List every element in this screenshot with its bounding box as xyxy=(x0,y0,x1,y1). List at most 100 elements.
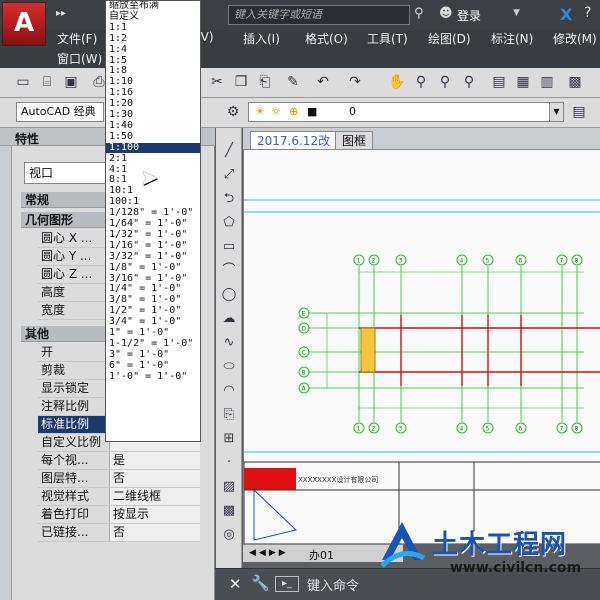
menu-modify[interactable]: 修改(M) xyxy=(553,30,597,47)
pan-icon[interactable]: ✋ xyxy=(388,73,406,91)
layer-select[interactable]: ☀ ☼ ⊕ ■ 0 ▼ xyxy=(248,102,564,122)
design-center-icon[interactable]: ▦ xyxy=(514,73,532,91)
properties-icon[interactable]: ▤ xyxy=(490,73,508,91)
polygon-icon[interactable]: ⬠ xyxy=(220,214,238,232)
quick-access-expand-icon[interactable]: ▸▸ xyxy=(56,8,66,19)
chevron-down-icon[interactable]: ▼ xyxy=(549,103,563,121)
command-input[interactable]: 键入命令 xyxy=(307,575,359,594)
layout-tab[interactable]: 办01 xyxy=(309,547,334,563)
login-button[interactable]: 登录 xyxy=(457,7,481,24)
scale-option[interactable]: 1:1 xyxy=(106,22,200,34)
scale-option[interactable]: 自定义 xyxy=(106,11,200,23)
scale-option[interactable]: 1/16" = 1'-0" xyxy=(106,240,200,252)
command-prompt-icon[interactable]: ▸_ xyxy=(275,576,299,592)
menu-format[interactable]: 格式(O) xyxy=(305,30,348,47)
axis-label: 5 xyxy=(486,258,490,265)
axis-label: 4 xyxy=(460,426,464,433)
menu-tools[interactable]: 工具(T) xyxy=(367,30,408,47)
construction-line-icon[interactable]: ⤢ xyxy=(220,166,238,184)
spline-icon[interactable]: ∿ xyxy=(220,334,238,352)
axis-label: 1 xyxy=(357,426,361,433)
ellipse-icon[interactable]: ⬭ xyxy=(220,358,238,376)
circle-icon[interactable]: ◯ xyxy=(220,286,238,304)
palette-side-strip[interactable] xyxy=(0,146,12,600)
zoom-previous-icon[interactable]: ⚲ xyxy=(460,73,478,91)
exchange-x-icon[interactable]: X xyxy=(560,5,572,24)
cut-icon[interactable]: ✂ xyxy=(208,73,226,91)
color-swatch-icon: ■ xyxy=(307,105,318,118)
scale-option[interactable]: 1/32" = 1'-0" xyxy=(106,229,200,241)
region-icon[interactable]: ◎ xyxy=(220,526,238,544)
arc-icon[interactable]: ⌒ xyxy=(220,262,238,280)
polyline-icon[interactable]: ⮌ xyxy=(220,190,238,208)
properties-title: 特性 xyxy=(15,132,40,146)
axis-label: 3 xyxy=(399,426,403,433)
scale-option[interactable]: 1-1/2" = 1'-0" xyxy=(106,338,200,350)
undo-icon[interactable]: ↶ xyxy=(314,73,332,91)
tool-palettes-icon[interactable]: ▥ xyxy=(538,73,556,91)
menu-dimension[interactable]: 标注(N) xyxy=(491,30,533,47)
property-key: 宽度 xyxy=(41,303,66,317)
axis-label: 1 xyxy=(357,258,361,265)
rectangle-icon[interactable]: ▭ xyxy=(220,238,238,256)
scale-option[interactable]: 6" = 1'-0" xyxy=(106,360,200,372)
scale-option[interactable]: 1:4 xyxy=(106,44,200,56)
open-file-icon[interactable]: ⌸ xyxy=(38,73,56,91)
scale-option[interactable]: 1/8" = 1'-0" xyxy=(106,262,200,274)
user-icon[interactable]: ☻ xyxy=(439,6,453,21)
scale-option[interactable]: 1:50 xyxy=(106,131,200,143)
file-tab-frame[interactable]: 图框 xyxy=(335,131,374,149)
layer-previous-icon[interactable]: ▤ xyxy=(570,103,588,121)
file-tab-active[interactable]: 2017.6.12改 xyxy=(250,131,338,149)
hatch-icon[interactable]: ▨ xyxy=(220,478,238,496)
chevron-down-icon[interactable]: ▼ xyxy=(513,8,520,18)
wrench-icon[interactable]: 🔧 xyxy=(251,574,270,592)
property-row[interactable]: 每个视... 是 xyxy=(38,452,200,470)
property-row[interactable]: 已链接... 否 xyxy=(38,524,200,542)
gear-icon[interactable]: ⚙ xyxy=(224,103,242,121)
search-input[interactable]: 键入关键字或短语 xyxy=(228,5,410,25)
scale-option[interactable]: 3" = 1'-0" xyxy=(106,349,200,361)
close-icon[interactable]: ✕ xyxy=(229,575,242,593)
new-file-icon[interactable]: ▭ xyxy=(14,73,32,91)
insert-block-icon[interactable]: ⎘ xyxy=(220,406,238,424)
axis-label: 5 xyxy=(486,426,490,433)
scale-option[interactable]: 1'-0" = 1'-0" xyxy=(106,371,200,383)
property-key: 剪裁 xyxy=(41,363,66,377)
revision-cloud-icon[interactable]: ☁ xyxy=(220,310,238,328)
binoculars-icon[interactable]: ⚲ xyxy=(414,6,424,21)
scale-option[interactable]: 2:1 xyxy=(106,153,200,165)
copy-icon[interactable]: ❐ xyxy=(232,73,250,91)
menu-draw[interactable]: 绘图(D) xyxy=(428,30,471,47)
scale-option[interactable]: 1:2 xyxy=(106,33,200,45)
scale-option[interactable]: 3/32" = 1'-0" xyxy=(106,251,200,263)
paste-icon[interactable]: ⎗ xyxy=(256,73,274,91)
make-block-icon[interactable]: ⊞ xyxy=(220,430,238,448)
scale-option-selected[interactable]: 1:100 xyxy=(106,142,200,154)
calculator-icon[interactable]: ▩ xyxy=(566,73,584,91)
watermark-logo-icon xyxy=(380,522,426,568)
match-properties-icon[interactable]: ✎ xyxy=(284,73,302,91)
layout-nav-arrows-icon[interactable]: ◀◀▶▶ xyxy=(249,548,289,558)
line-icon[interactable]: ╱ xyxy=(220,142,238,160)
scale-option[interactable]: 1:40 xyxy=(106,120,200,132)
menu-insert[interactable]: 插入(I) xyxy=(243,30,280,47)
property-row[interactable]: 视觉样式 二维线框 xyxy=(38,488,200,506)
menu-file[interactable]: 文件(F) xyxy=(57,30,97,47)
standard-scale-dropdown[interactable]: 缩放至布满 自定义 1:1 1:2 1:4 1:5 1:8 1:10 1:16 1:20 1:30 1… xyxy=(105,0,201,442)
application-menu-button[interactable]: A xyxy=(2,2,46,46)
property-row[interactable]: 图层特... 否 xyxy=(38,470,200,488)
zoom-window-icon[interactable]: ⚲ xyxy=(436,73,454,91)
workspace-select[interactable]: AutoCAD 经典 xyxy=(16,102,104,122)
zoom-realtime-icon[interactable]: ⚲ xyxy=(412,73,430,91)
property-row[interactable]: 着色打印 按显示 xyxy=(38,506,200,524)
axis-label: C xyxy=(302,350,306,357)
point-icon[interactable]: · xyxy=(220,454,238,472)
ellipse-arc-icon[interactable]: ◠ xyxy=(220,382,238,400)
help-icon[interactable]: ? xyxy=(584,5,591,21)
redo-icon[interactable]: ↷ xyxy=(346,73,364,91)
menu-window[interactable]: 窗口(W) xyxy=(57,50,102,67)
save-icon[interactable]: ▣ xyxy=(62,73,80,91)
drawing-canvas[interactable]: 1 1 2 2 3 3 4 4 5 5 6 6 7 7 8 8 E D C B A XXXXXXXX设计有限公司 xyxy=(243,150,600,545)
gradient-icon[interactable]: ▩ xyxy=(220,502,238,520)
